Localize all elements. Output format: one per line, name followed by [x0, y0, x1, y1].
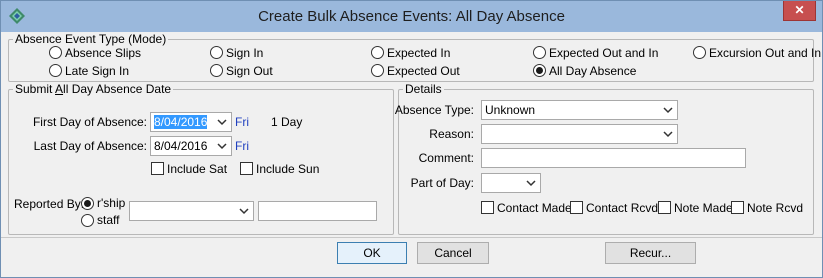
details-group-legend: Details [405, 82, 442, 96]
checkbox-label: Include Sat [167, 162, 228, 176]
part-of-day-dropdown[interactable] [481, 173, 541, 193]
chevron-down-icon[interactable] [216, 115, 228, 129]
checkbox-label: Include Sun [256, 162, 320, 176]
last-day-weekday: Fri [235, 139, 249, 153]
radio-button[interactable] [210, 64, 223, 77]
first-day-label: First Day of Absence: [32, 115, 147, 129]
absence-type-label: Absence Type: [394, 103, 474, 117]
radio-button[interactable] [49, 64, 62, 77]
option-label: All Day Absence [549, 64, 637, 78]
dialog-window: Create Bulk Absence Events: All Day Abse… [0, 0, 823, 278]
duration-label: 1 Day [271, 115, 303, 129]
radio-button[interactable] [81, 214, 94, 227]
checkbox[interactable] [570, 201, 583, 214]
comment-label: Comment: [418, 151, 474, 165]
radio-button[interactable] [49, 46, 62, 59]
absence-type-dropdown[interactable]: Unknown [481, 100, 678, 120]
last-day-value: 8/04/2016 [154, 139, 208, 153]
checkbox-label: Note Made [674, 201, 733, 215]
checkbox[interactable] [481, 201, 494, 214]
radio-button[interactable] [210, 46, 223, 59]
close-button[interactable]: ✕ [783, 1, 816, 21]
chevron-down-icon[interactable] [662, 127, 674, 141]
reason-label: Reason: [429, 127, 474, 141]
title-bar[interactable]: Create Bulk Absence Events: All Day Abse… [1, 1, 822, 32]
chevron-down-icon[interactable] [525, 176, 537, 190]
part-of-day-label: Part of Day: [410, 176, 474, 190]
button-bar-divider [1, 237, 822, 238]
chevron-down-icon[interactable] [662, 103, 674, 117]
reported-by-label: Reported By: [14, 197, 85, 211]
option-label: Expected Out [387, 64, 460, 78]
reporter-text-field[interactable] [258, 201, 377, 221]
last-day-date-picker[interactable]: 8/04/2016 [150, 136, 232, 156]
window-title: Create Bulk Absence Events: All Day Abse… [258, 8, 565, 25]
cancel-button[interactable]: Cancel [417, 242, 489, 264]
mode-group-legend: Absence Event Type (Mode) [15, 32, 167, 46]
chevron-down-icon[interactable] [238, 204, 250, 218]
comment-field[interactable] [481, 148, 746, 168]
option-label: r'ship [97, 196, 126, 210]
first-day-value: 8/04/2016 [154, 115, 208, 129]
radio-button[interactable] [693, 46, 706, 59]
radio-button-selected[interactable] [81, 197, 94, 210]
checkbox[interactable] [151, 162, 164, 175]
radio-button[interactable] [371, 46, 384, 59]
radio-button-selected[interactable] [533, 64, 546, 77]
radio-button[interactable] [533, 46, 546, 59]
checkbox-label: Note Rcvd [747, 201, 804, 215]
submit-group-legend: Submit All Day Absence Date [15, 82, 172, 96]
option-label: Expected In [387, 46, 451, 60]
ok-button[interactable]: OK [337, 242, 407, 264]
option-label: Excursion Out and In [709, 46, 822, 60]
last-day-label: Last Day of Absence: [33, 139, 147, 153]
checkbox-label: Contact Rcvd [586, 201, 659, 215]
first-day-weekday: Fri [235, 115, 249, 129]
checkbox[interactable] [240, 162, 253, 175]
option-label: Absence Slips [65, 46, 142, 60]
radio-button[interactable] [371, 64, 384, 77]
chevron-down-icon[interactable] [216, 139, 228, 153]
checkbox-label: Contact Made [497, 201, 572, 215]
reporter-dropdown[interactable] [129, 201, 254, 221]
checkbox[interactable] [658, 201, 671, 214]
option-label: staff [97, 213, 120, 227]
checkbox[interactable] [731, 201, 744, 214]
option-label: Sign Out [226, 64, 273, 78]
absence-type-value: Unknown [485, 103, 536, 117]
first-day-date-picker[interactable]: 8/04/2016 [150, 112, 232, 132]
recur-button[interactable]: Recur... [605, 242, 696, 264]
option-label: Sign In [226, 46, 264, 60]
option-label: Late Sign In [65, 64, 130, 78]
option-label: Expected Out and In [549, 46, 659, 60]
reason-dropdown[interactable] [481, 124, 678, 144]
